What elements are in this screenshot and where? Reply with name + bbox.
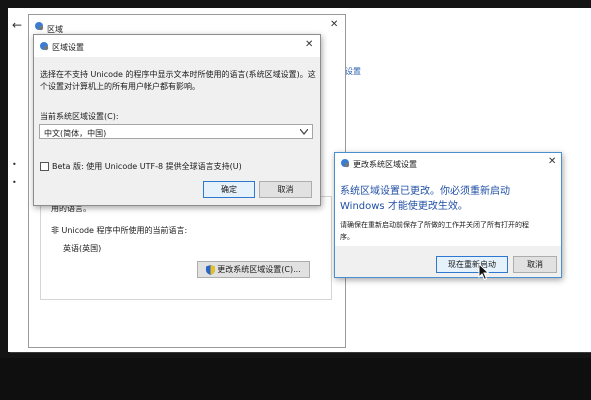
non-unicode-label: 非 Unicode 程序中所使用的当前语言:: [51, 226, 188, 235]
change-system-locale-button[interactable]: 更改系统区域设置(C)...: [197, 261, 310, 278]
chevron-down-icon: [300, 129, 308, 135]
dialog-title: 区域设置: [52, 43, 84, 52]
globe-settings-icon: [340, 158, 350, 168]
back-arrow-icon[interactable]: ←: [12, 18, 22, 32]
dialog-title: 更改系统区域设置: [353, 160, 417, 169]
bullet-icon: •: [12, 178, 17, 187]
beta-utf8-checkbox[interactable]: [40, 162, 49, 171]
current-language-value: 英语(英国): [63, 244, 102, 253]
cancel-button[interactable]: 取消: [513, 256, 557, 273]
description-line: 选择在不支持 Unicode 的程序中显示文本时所使用的语言(系统区域设置)。这: [40, 70, 316, 79]
region-settings-dialog: 区域设置 ✕ 选择在不支持 Unicode 的程序中显示文本时所使用的语言(系统…: [33, 34, 321, 206]
restart-headline: Windows 才能使更改生效。: [340, 201, 468, 212]
change-locale-restart-dialog: 更改系统区域设置 ✕ 系统区域设置已更改。你必须重新启动 Windows 才能使…: [334, 152, 562, 278]
divider: [10, 352, 591, 353]
close-icon[interactable]: ✕: [548, 156, 556, 167]
uac-shield-icon: [206, 264, 216, 275]
settings-link[interactable]: 设置: [345, 66, 361, 77]
close-icon[interactable]: ✕: [330, 19, 338, 30]
mouse-pointer-icon: [478, 263, 490, 281]
bullet-icon: •: [12, 160, 17, 169]
restart-note: 序。: [340, 233, 354, 241]
globe-settings-icon: [34, 21, 44, 31]
locale-selected-value: 中文(简体，中国): [44, 129, 107, 138]
locale-label: 当前系统区域设置(C):: [40, 112, 119, 121]
description-line: 个设置对计算机上的所有用户帐户都有影响。: [40, 82, 200, 91]
restart-note: 请确保在重新启动前保存了所做的工作并关闭了所有打开的程: [340, 221, 529, 229]
restart-now-button[interactable]: 现在重新启动: [436, 256, 508, 273]
ok-button[interactable]: 确定: [203, 181, 255, 198]
locale-select[interactable]: 中文(简体，中国): [39, 124, 313, 139]
administrative-panel: 用的语言。 非 Unicode 程序中所使用的当前语言: 英语(英国) 更改系统…: [40, 196, 332, 300]
change-system-locale-label: 更改系统区域设置(C)...: [217, 265, 301, 274]
cancel-button[interactable]: 取消: [259, 181, 312, 198]
close-icon[interactable]: ✕: [305, 39, 313, 50]
beta-utf8-label: Beta 版: 使用 Unicode UTF-8 提供全球语言支持(U): [52, 162, 242, 171]
taskbar: [0, 358, 591, 400]
restart-headline: 系统区域设置已更改。你必须重新启动: [340, 186, 510, 197]
globe-settings-icon: [39, 41, 49, 51]
